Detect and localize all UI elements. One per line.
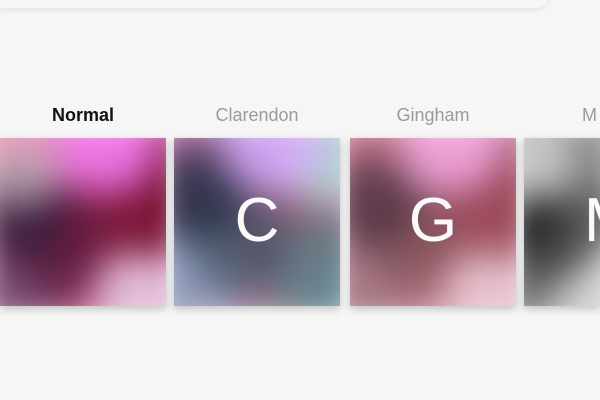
filter-partial-m-label: M (582, 105, 597, 125)
gingham-letter: G (408, 186, 458, 255)
filter-strip[interactable]: Normal Clarendon C Gingham G M (0, 0, 600, 400)
clarendon-letter: C (234, 186, 280, 255)
blurred-pink-photo (0, 138, 166, 306)
partial-m-letter: M (584, 188, 600, 254)
filter-gingham[interactable]: Gingham G (350, 100, 516, 310)
filter-picker-screen: Normal Clarendon C Gingham G M (0, 0, 600, 400)
normal-photo-preview (0, 138, 166, 306)
filter-clarendon-label: Clarendon (215, 105, 299, 125)
filter-partial-m-thumbnail[interactable]: M (524, 138, 600, 306)
filter-gingham-label: Gingham (396, 105, 470, 125)
filter-clarendon-thumbnail[interactable]: C (174, 138, 340, 306)
filter-normal-thumbnail[interactable] (0, 138, 166, 306)
filter-gingham-thumbnail[interactable]: G (350, 138, 516, 306)
filter-normal[interactable]: Normal (0, 100, 166, 310)
filter-normal-label: Normal (51, 105, 114, 125)
filter-clarendon[interactable]: Clarendon C (174, 100, 340, 310)
filter-partial-m[interactable]: M M (524, 100, 600, 310)
